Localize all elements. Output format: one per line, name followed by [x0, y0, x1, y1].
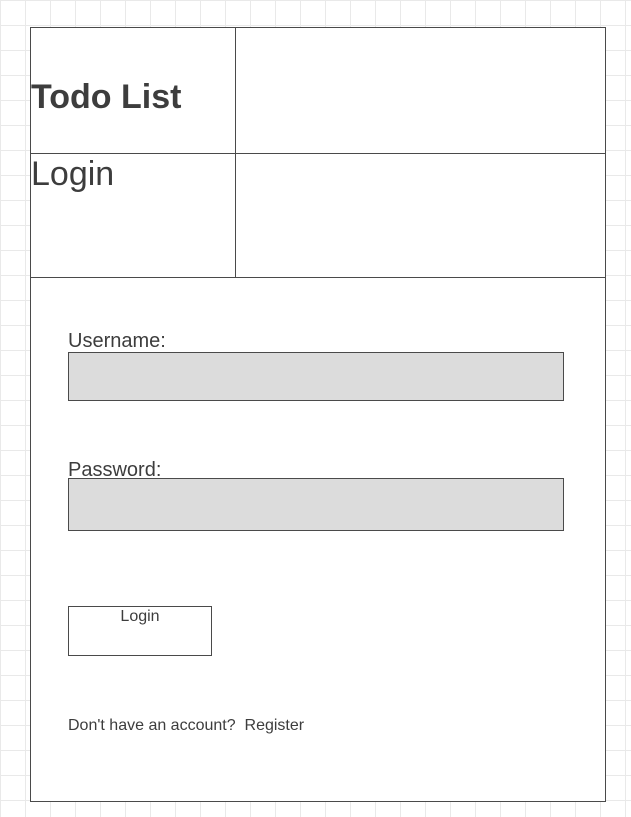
register-link[interactable]: Register: [245, 717, 305, 734]
password-input[interactable]: [68, 478, 564, 531]
register-prompt-text: Don't have an account?: [68, 717, 236, 734]
username-input[interactable]: [68, 352, 564, 401]
login-button[interactable]: Login: [68, 606, 212, 656]
password-label: Password:: [68, 459, 162, 481]
heading-row: Login: [31, 154, 605, 278]
app-title: Todo List: [31, 78, 182, 116]
login-page-frame: Todo List Login Username: Password: Logi…: [30, 27, 606, 802]
register-prompt-row: Don't have an account? Register: [68, 718, 304, 734]
title-row: Todo List: [31, 28, 605, 154]
username-label: Username:: [68, 330, 166, 352]
login-button-label: Login: [120, 608, 160, 625]
page-heading: Login: [31, 155, 115, 193]
header-divider: [235, 28, 236, 278]
